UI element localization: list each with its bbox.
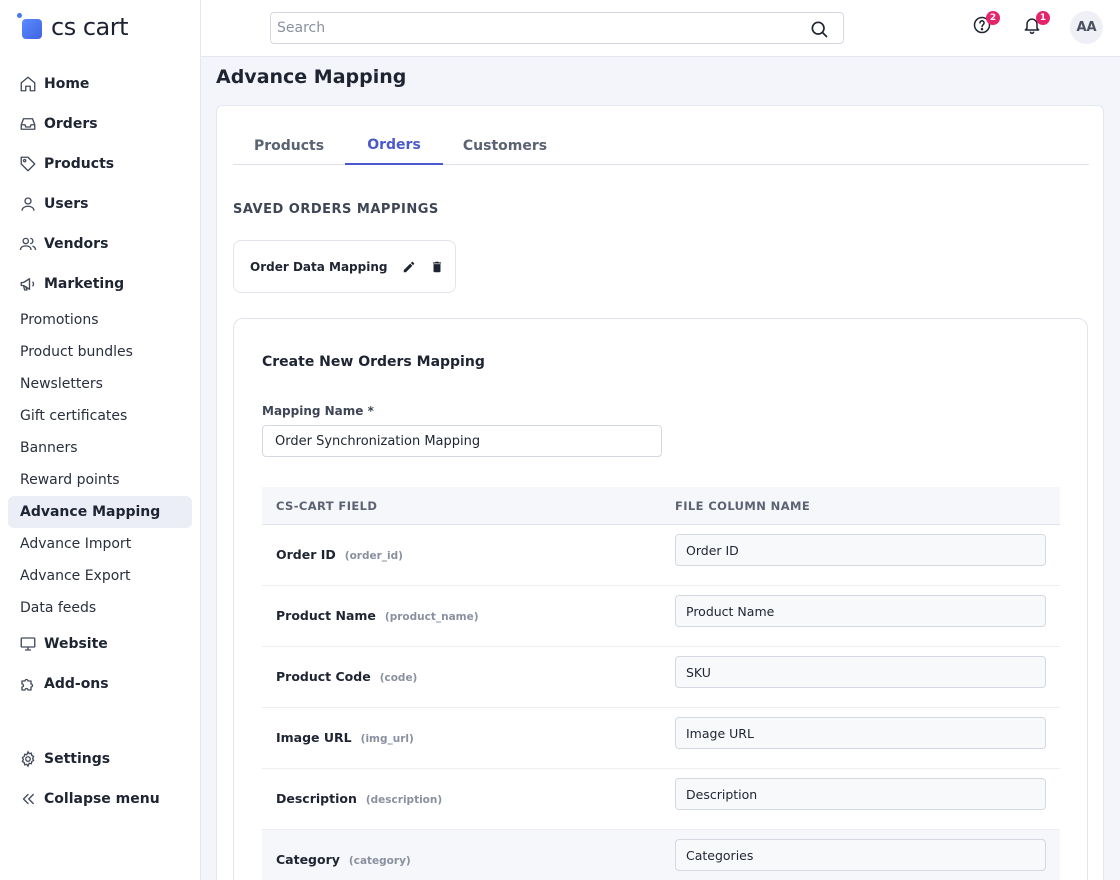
tab-orders[interactable]: Orders (345, 127, 443, 165)
puzzle-icon (18, 674, 38, 694)
sidebar-item-label: Website (44, 636, 108, 652)
sidebar-subitem-product-bundles[interactable]: Product bundles (8, 336, 192, 368)
sidebar-item-products[interactable]: Products (8, 148, 192, 180)
field-name: Description (description) (276, 791, 443, 806)
field-key: (category) (348, 855, 411, 867)
saved-mapping-item[interactable]: Order Data Mapping (233, 240, 456, 293)
table-row: Description (description) (262, 769, 1060, 830)
field-mapping-table: CS-CART FIELD FILE COLUMN NAME Order ID(… (262, 487, 1060, 880)
edit-pencil-icon[interactable] (401, 259, 417, 275)
column-header-file-column: FILE COLUMN NAME (675, 499, 811, 513)
sidebar-item-label: Add-ons (44, 676, 109, 692)
delete-trash-icon[interactable] (429, 259, 445, 275)
field-key: (order_id) (344, 550, 403, 562)
sidebar-subitem-promotions[interactable]: Promotions (8, 304, 192, 336)
megaphone-icon (18, 274, 38, 294)
field-name: Order ID (order_id) (276, 547, 403, 562)
field-name: Image URL (img_url) (276, 730, 414, 745)
sidebar-item-label: Orders (44, 116, 98, 132)
sidebar-item-home[interactable]: Home (8, 68, 192, 100)
search-icon[interactable] (809, 19, 829, 43)
sidebar-subitem-advance-import[interactable]: Advance Import (8, 528, 192, 560)
tab-products[interactable]: Products (233, 127, 345, 165)
sidebar-subitem-reward-points[interactable]: Reward points (8, 464, 192, 496)
sidebar-item-label: Vendors (44, 236, 109, 252)
table-row: Product Code (code) (262, 647, 1060, 708)
sidebar-subitem-advance-export[interactable]: Advance Export (8, 560, 192, 592)
file-column-input[interactable] (675, 656, 1046, 688)
sidebar-subitem-advance-mapping[interactable]: Advance Mapping (8, 496, 192, 528)
collapse-menu-button[interactable]: Collapse menu (8, 783, 192, 815)
mapping-card: Products Orders Customers SAVED ORDERS M… (216, 105, 1104, 880)
double-chevron-left-icon (18, 789, 38, 809)
create-mapping-panel: Create New Orders Mapping Mapping Name *… (233, 318, 1088, 880)
sidebar-item-label: Users (44, 196, 89, 212)
field-key: (img_url) (360, 733, 414, 745)
sidebar-subitem-data-feeds[interactable]: Data feeds (8, 592, 192, 624)
table-row: Category (category) (262, 830, 1060, 880)
sidebar-item-label: Settings (44, 751, 111, 767)
help-button[interactable]: 2 (971, 11, 1000, 38)
file-column-input[interactable] (675, 717, 1046, 749)
logo-text: cs cart (51, 13, 129, 41)
inbox-icon (18, 114, 38, 134)
mapping-tabs: Products Orders Customers (233, 127, 1089, 165)
tag-icon (18, 154, 38, 174)
gear-icon (18, 749, 38, 769)
page-title: Advance Mapping (216, 66, 407, 88)
table-row: Product Name (product_name) (262, 586, 1060, 647)
avatar[interactable]: AA (1070, 11, 1103, 44)
sidebar-item-users[interactable]: Users (8, 188, 192, 220)
field-key: (product_name) (384, 611, 479, 623)
notifications-badge: 1 (1036, 11, 1050, 25)
sidebar-subitem-gift-certificates[interactable]: Gift certificates (8, 400, 192, 432)
sidebar-item-vendors[interactable]: Vendors (8, 228, 192, 260)
cs-cart-logo-icon (17, 13, 45, 41)
collapse-menu-label: Collapse menu (44, 791, 160, 807)
sidebar-item-marketing[interactable]: Marketing (8, 268, 192, 300)
field-key: (description) (365, 794, 443, 806)
help-badge: 2 (986, 11, 1000, 25)
sidebar-item-settings[interactable]: Settings (8, 743, 192, 775)
sidebar-subitem-newsletters[interactable]: Newsletters (8, 368, 192, 400)
sidebar-item-addons[interactable]: Add-ons (8, 668, 192, 700)
file-column-input[interactable] (675, 595, 1046, 627)
field-name: Product Name (product_name) (276, 608, 479, 623)
file-column-input[interactable] (675, 839, 1046, 871)
table-row: Image URL (img_url) (262, 708, 1060, 769)
notifications-button[interactable]: 1 (1021, 11, 1050, 38)
sidebar-item-label: Home (44, 76, 90, 92)
user-icon (18, 194, 38, 214)
file-column-input[interactable] (675, 778, 1046, 810)
sidebar-subitem-banners[interactable]: Banners (8, 432, 192, 464)
sidebar-item-label: Marketing (44, 276, 125, 292)
field-name: Category (category) (276, 852, 411, 867)
logo[interactable]: cs cart (17, 12, 129, 42)
table-row: Order ID (order_id) (262, 525, 1060, 586)
monitor-icon (18, 634, 38, 654)
mapping-name-input[interactable] (262, 425, 662, 457)
home-icon (18, 74, 38, 94)
sidebar-item-website[interactable]: Website (8, 628, 192, 660)
field-name: Product Code (code) (276, 669, 418, 684)
saved-mapping-name: Order Data Mapping (250, 259, 388, 274)
search-input[interactable] (271, 13, 791, 43)
table-header: CS-CART FIELD FILE COLUMN NAME (262, 487, 1060, 525)
mapping-name-label: Mapping Name * (262, 404, 374, 418)
sidebar: cs cart Home Orders Products Users Vendo… (0, 0, 201, 880)
saved-mappings-heading: SAVED ORDERS MAPPINGS (233, 202, 439, 217)
create-mapping-title: Create New Orders Mapping (262, 354, 485, 370)
file-column-input[interactable] (675, 534, 1046, 566)
field-key: (code) (379, 672, 418, 684)
topbar: 2 1 AA (201, 0, 1120, 57)
sidebar-item-label: Products (44, 156, 115, 172)
sidebar-item-orders[interactable]: Orders (8, 108, 192, 140)
users-icon (18, 234, 38, 254)
search-box (270, 12, 844, 44)
column-header-cscart-field: CS-CART FIELD (276, 499, 378, 513)
tab-customers[interactable]: Customers (443, 127, 567, 165)
